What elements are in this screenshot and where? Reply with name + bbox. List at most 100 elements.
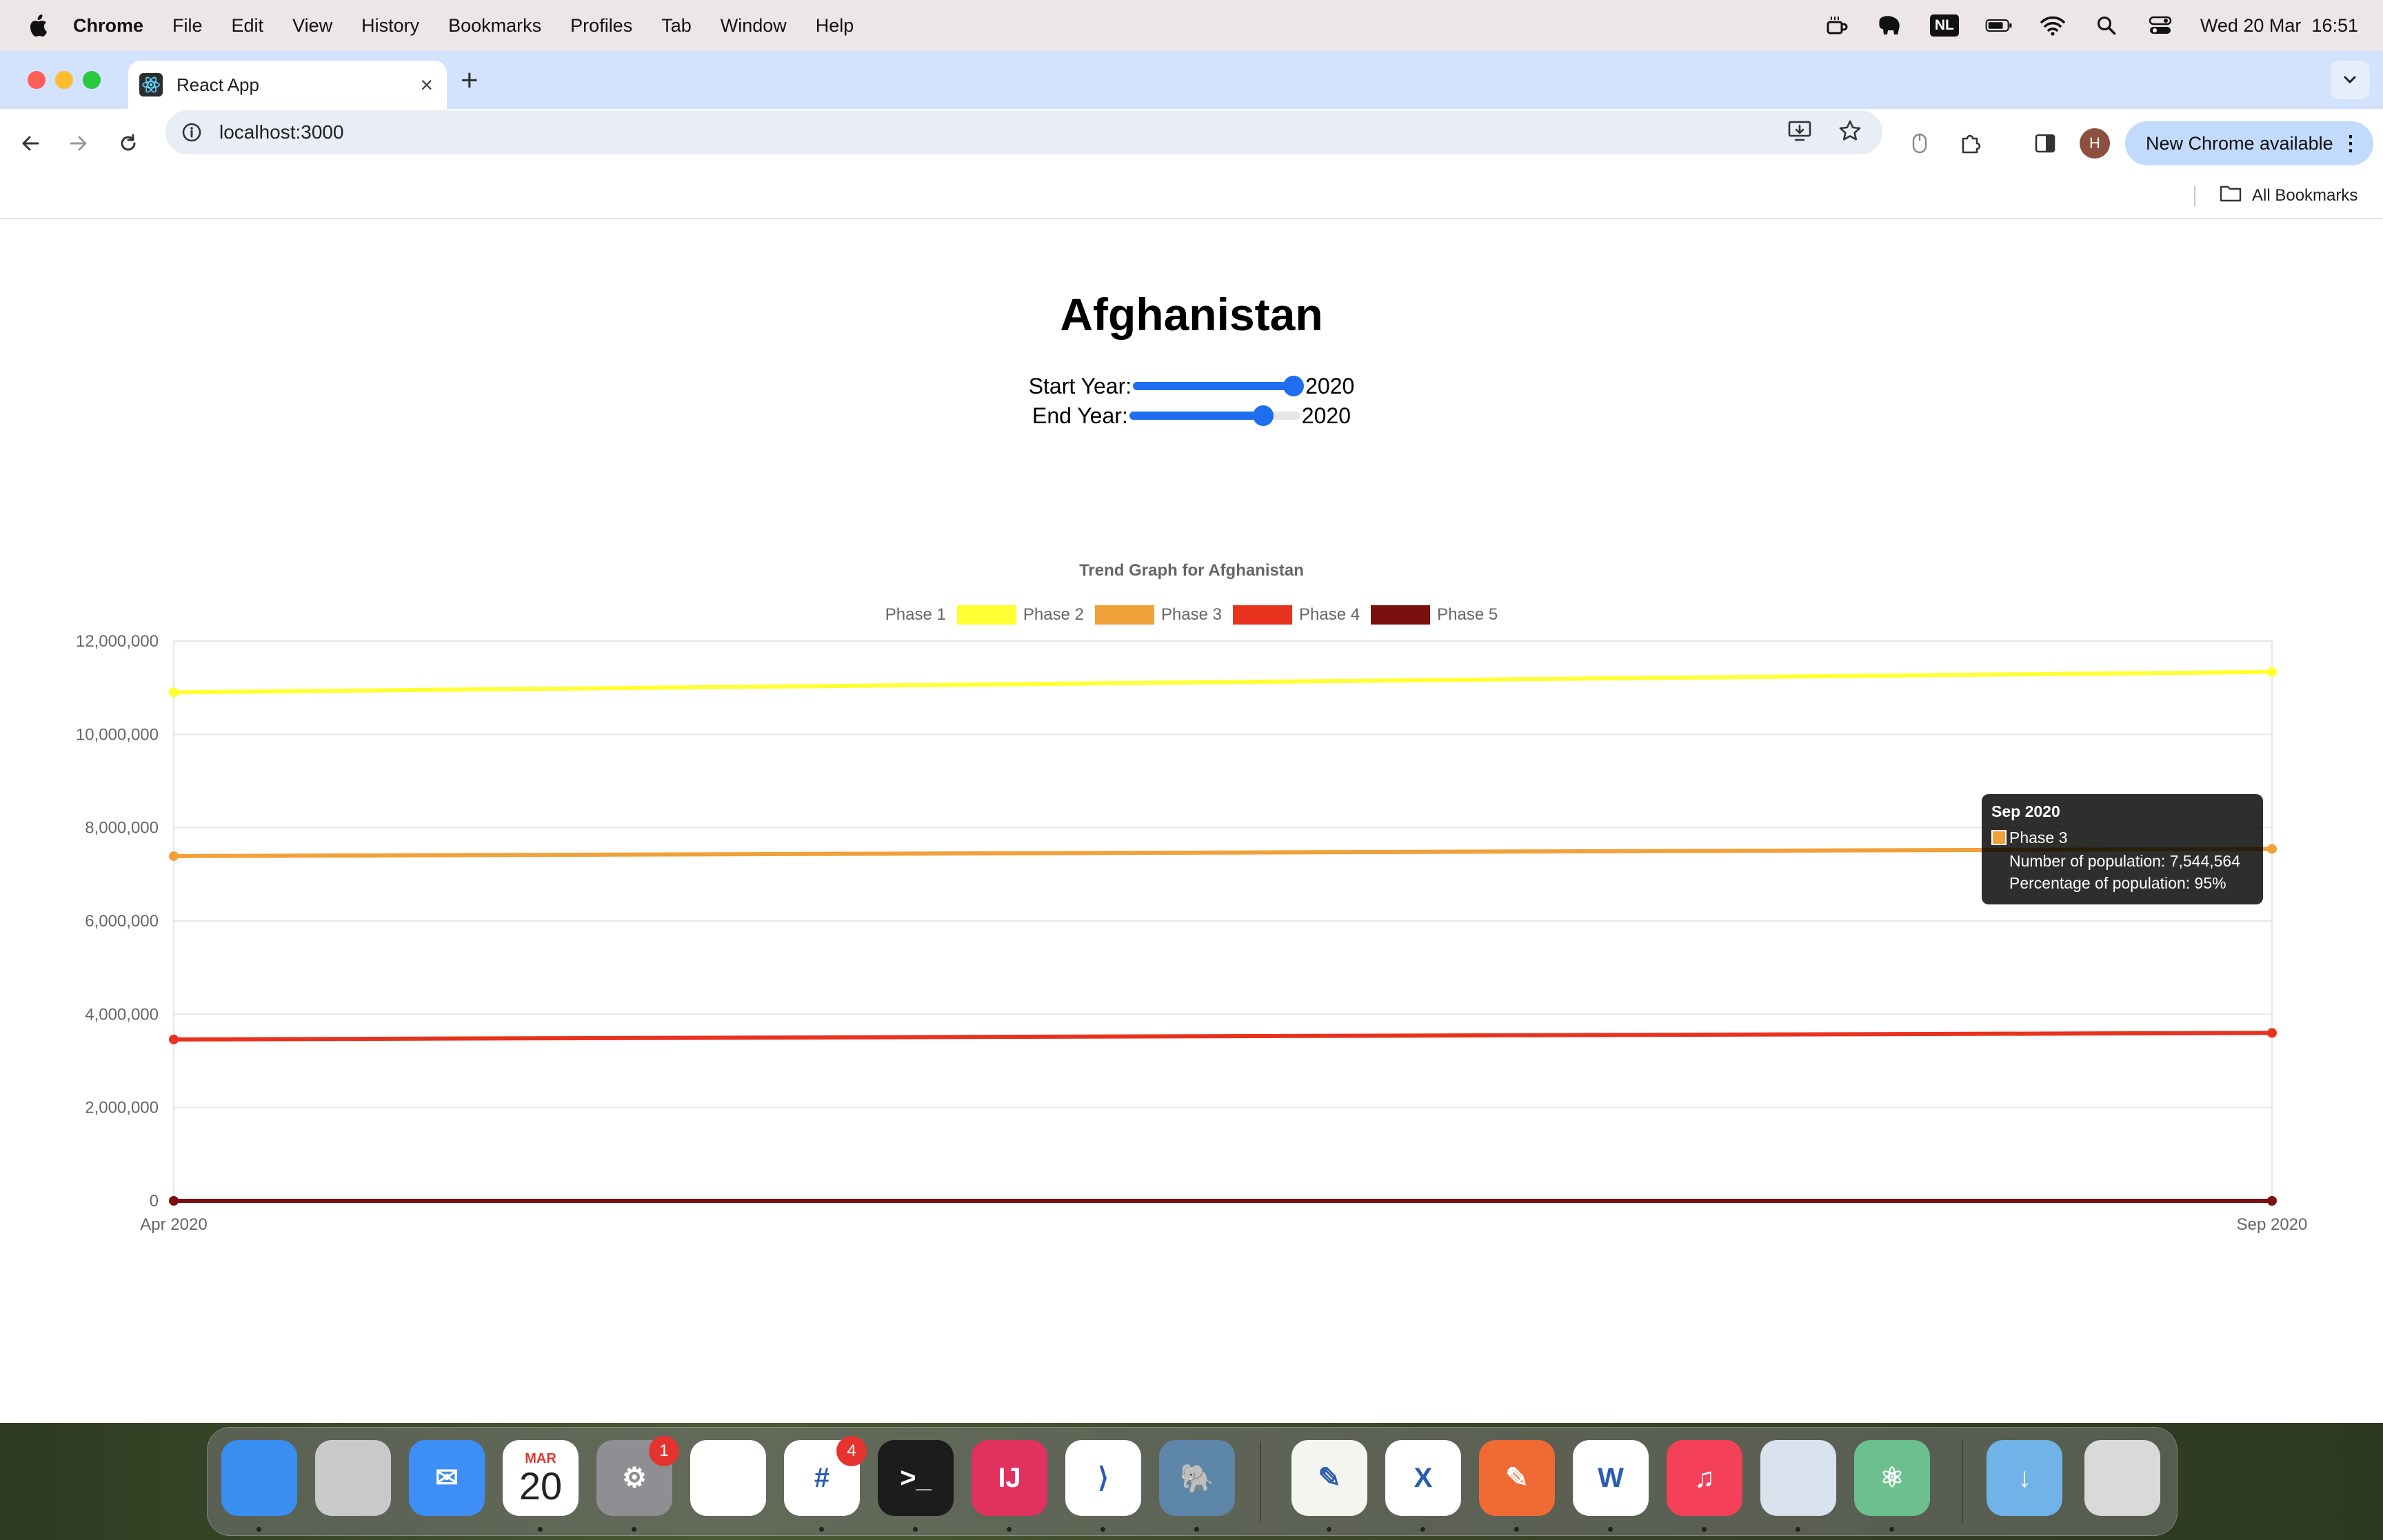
- dock-app-glyph: ♫: [1694, 1462, 1715, 1493]
- data-point: [2267, 1028, 2277, 1038]
- battery-icon[interactable]: [1985, 12, 2013, 39]
- close-tab-icon[interactable]: ×: [420, 72, 433, 98]
- dock-app-intellij-idea[interactable]: IJ: [972, 1440, 1047, 1516]
- dock-app-word[interactable]: W: [1573, 1440, 1649, 1516]
- spotlight-search-icon[interactable]: [2093, 12, 2120, 39]
- menu-help[interactable]: Help: [816, 15, 854, 37]
- menu-view[interactable]: View: [292, 15, 332, 37]
- close-window-button[interactable]: [28, 71, 46, 89]
- dock-app-music[interactable]: ♫: [1667, 1440, 1742, 1516]
- menu-history[interactable]: History: [361, 15, 419, 37]
- menu-edit[interactable]: Edit: [232, 15, 264, 37]
- data-point: [2267, 844, 2277, 854]
- data-point: [169, 851, 179, 861]
- dock-app-terminal[interactable]: >_: [878, 1440, 954, 1516]
- dock-app-chrome[interactable]: [690, 1440, 766, 1516]
- tooltip-population: Number of population: 7,544,564: [2009, 852, 2241, 870]
- running-indicator: [632, 1527, 636, 1532]
- dock-app-preview[interactable]: [1760, 1440, 1836, 1516]
- running-indicator: [1194, 1527, 1199, 1532]
- extensions-puzzle-icon[interactable]: [1953, 125, 1989, 161]
- chrome-window: React App × + localhost:3000 H New Chrom…: [0, 51, 2383, 1423]
- tooltip-percentage: Percentage of population: 95%: [2009, 874, 2226, 892]
- dock-app-postman[interactable]: ✎: [1479, 1440, 1555, 1516]
- side-panel-icon[interactable]: [2027, 125, 2063, 161]
- reload-button[interactable]: [110, 125, 146, 161]
- dock-app-pgadmin[interactable]: 🐘: [1159, 1440, 1235, 1516]
- menubar-clock[interactable]: Wed 20 Mar 16:51: [2200, 15, 2358, 37]
- address-bar[interactable]: localhost:3000: [165, 110, 1882, 154]
- bookmark-star-icon[interactable]: [1838, 119, 1862, 146]
- y-tick-label: 10,000,000: [76, 725, 159, 744]
- minimize-window-button[interactable]: [55, 71, 73, 89]
- dock: ✉ MAR 20 ⚙ 1 #4 >_ IJ ⟩ 🐘 ✎ X ✎ W ♫ ⚛ ↓: [207, 1427, 2178, 1536]
- dock-app-glyph: ✎: [1505, 1463, 1529, 1493]
- update-button-label: New Chrome available: [2146, 132, 2333, 154]
- new-chrome-available-button[interactable]: New Chrome available ⋮: [2125, 121, 2373, 165]
- dock-app-slack[interactable]: #4: [784, 1436, 867, 1516]
- zoom-window-button[interactable]: [83, 71, 101, 89]
- all-bookmarks-label: All Bookmarks: [2252, 185, 2358, 205]
- menu-bar: Chrome File Edit View History Bookmarks …: [0, 0, 2383, 51]
- site-info-icon[interactable]: [179, 120, 204, 145]
- menu-profiles[interactable]: Profiles: [570, 15, 632, 37]
- url-text[interactable]: localhost:3000: [219, 121, 344, 143]
- running-indicator: [1702, 1527, 1707, 1532]
- dock-app-trash[interactable]: [2084, 1440, 2160, 1516]
- extension-mouse-icon[interactable]: [1902, 125, 1938, 161]
- dock-app-glyph: ⟩: [1098, 1463, 1109, 1493]
- data-point: [2267, 1196, 2277, 1206]
- chrome-menu-icon[interactable]: ⋮: [2340, 132, 2361, 156]
- dock-app-glyph: X: [1414, 1462, 1433, 1493]
- install-app-icon[interactable]: [1787, 119, 1812, 146]
- running-indicator: [1420, 1527, 1425, 1532]
- running-indicator: [913, 1527, 918, 1532]
- profile-avatar[interactable]: H: [2080, 128, 2110, 159]
- apple-icon[interactable]: [26, 12, 50, 39]
- menu-bookmarks[interactable]: Bookmarks: [448, 15, 541, 37]
- dock-app-textedit[interactable]: ✎: [1291, 1440, 1367, 1516]
- x-tick-label: Sep 2020: [2237, 1215, 2308, 1234]
- notification-badge: 4: [836, 1436, 867, 1466]
- forward-button[interactable]: [61, 125, 97, 161]
- dock-app-glyph: ⚙: [622, 1463, 647, 1493]
- tooltip-title: Sep 2020: [1991, 802, 2060, 820]
- tooltip-swatch: [1991, 830, 2007, 845]
- menu-window[interactable]: Window: [721, 15, 787, 37]
- running-indicator: [1796, 1527, 1800, 1532]
- control-center-icon[interactable]: [2146, 12, 2174, 39]
- tab-strip: React App × +: [0, 51, 2383, 109]
- running-indicator: [1327, 1527, 1331, 1532]
- elephant-icon[interactable]: [1876, 12, 1904, 39]
- dock-app-downloads[interactable]: ↓: [1987, 1440, 2062, 1516]
- data-point: [2267, 667, 2277, 677]
- dock-app-launchpad[interactable]: [315, 1440, 391, 1516]
- running-indicator: [1608, 1527, 1613, 1532]
- running-indicator: [819, 1527, 824, 1532]
- dock-separator: [1962, 1441, 1963, 1523]
- new-tab-button[interactable]: +: [461, 63, 479, 98]
- dock-app-vs-code[interactable]: ⟩: [1065, 1440, 1141, 1516]
- dock-app-calendar[interactable]: MAR 20: [503, 1440, 579, 1516]
- wifi-icon[interactable]: [2039, 12, 2067, 39]
- y-tick-label: 2,000,000: [85, 1099, 159, 1117]
- notification-badge: 1: [649, 1436, 679, 1466]
- series-line: [173, 669, 2273, 695]
- running-indicator: [1100, 1527, 1105, 1532]
- tab-react-app[interactable]: React App ×: [128, 61, 447, 109]
- dock-app-atom[interactable]: ⚛: [1854, 1440, 1930, 1516]
- back-button[interactable]: [12, 125, 48, 161]
- tab-search-button[interactable]: [2331, 61, 2369, 99]
- tab-title: React App: [177, 74, 259, 95]
- keyboard-layout-indicator[interactable]: NL: [1929, 14, 1959, 37]
- coffee-icon[interactable]: [1822, 12, 1850, 39]
- y-tick-label: 4,000,000: [85, 1005, 159, 1024]
- menu-tab[interactable]: Tab: [661, 15, 692, 37]
- all-bookmarks-button[interactable]: All Bookmarks: [2219, 183, 2357, 207]
- dock-app-finder[interactable]: [221, 1440, 297, 1516]
- dock-app-mail[interactable]: ✉: [409, 1440, 485, 1516]
- menu-file[interactable]: File: [172, 15, 203, 37]
- menu-app-name[interactable]: Chrome: [73, 15, 143, 37]
- dock-app-excel[interactable]: X: [1385, 1440, 1461, 1516]
- dock-app-system-settings[interactable]: ⚙ 1: [596, 1436, 679, 1516]
